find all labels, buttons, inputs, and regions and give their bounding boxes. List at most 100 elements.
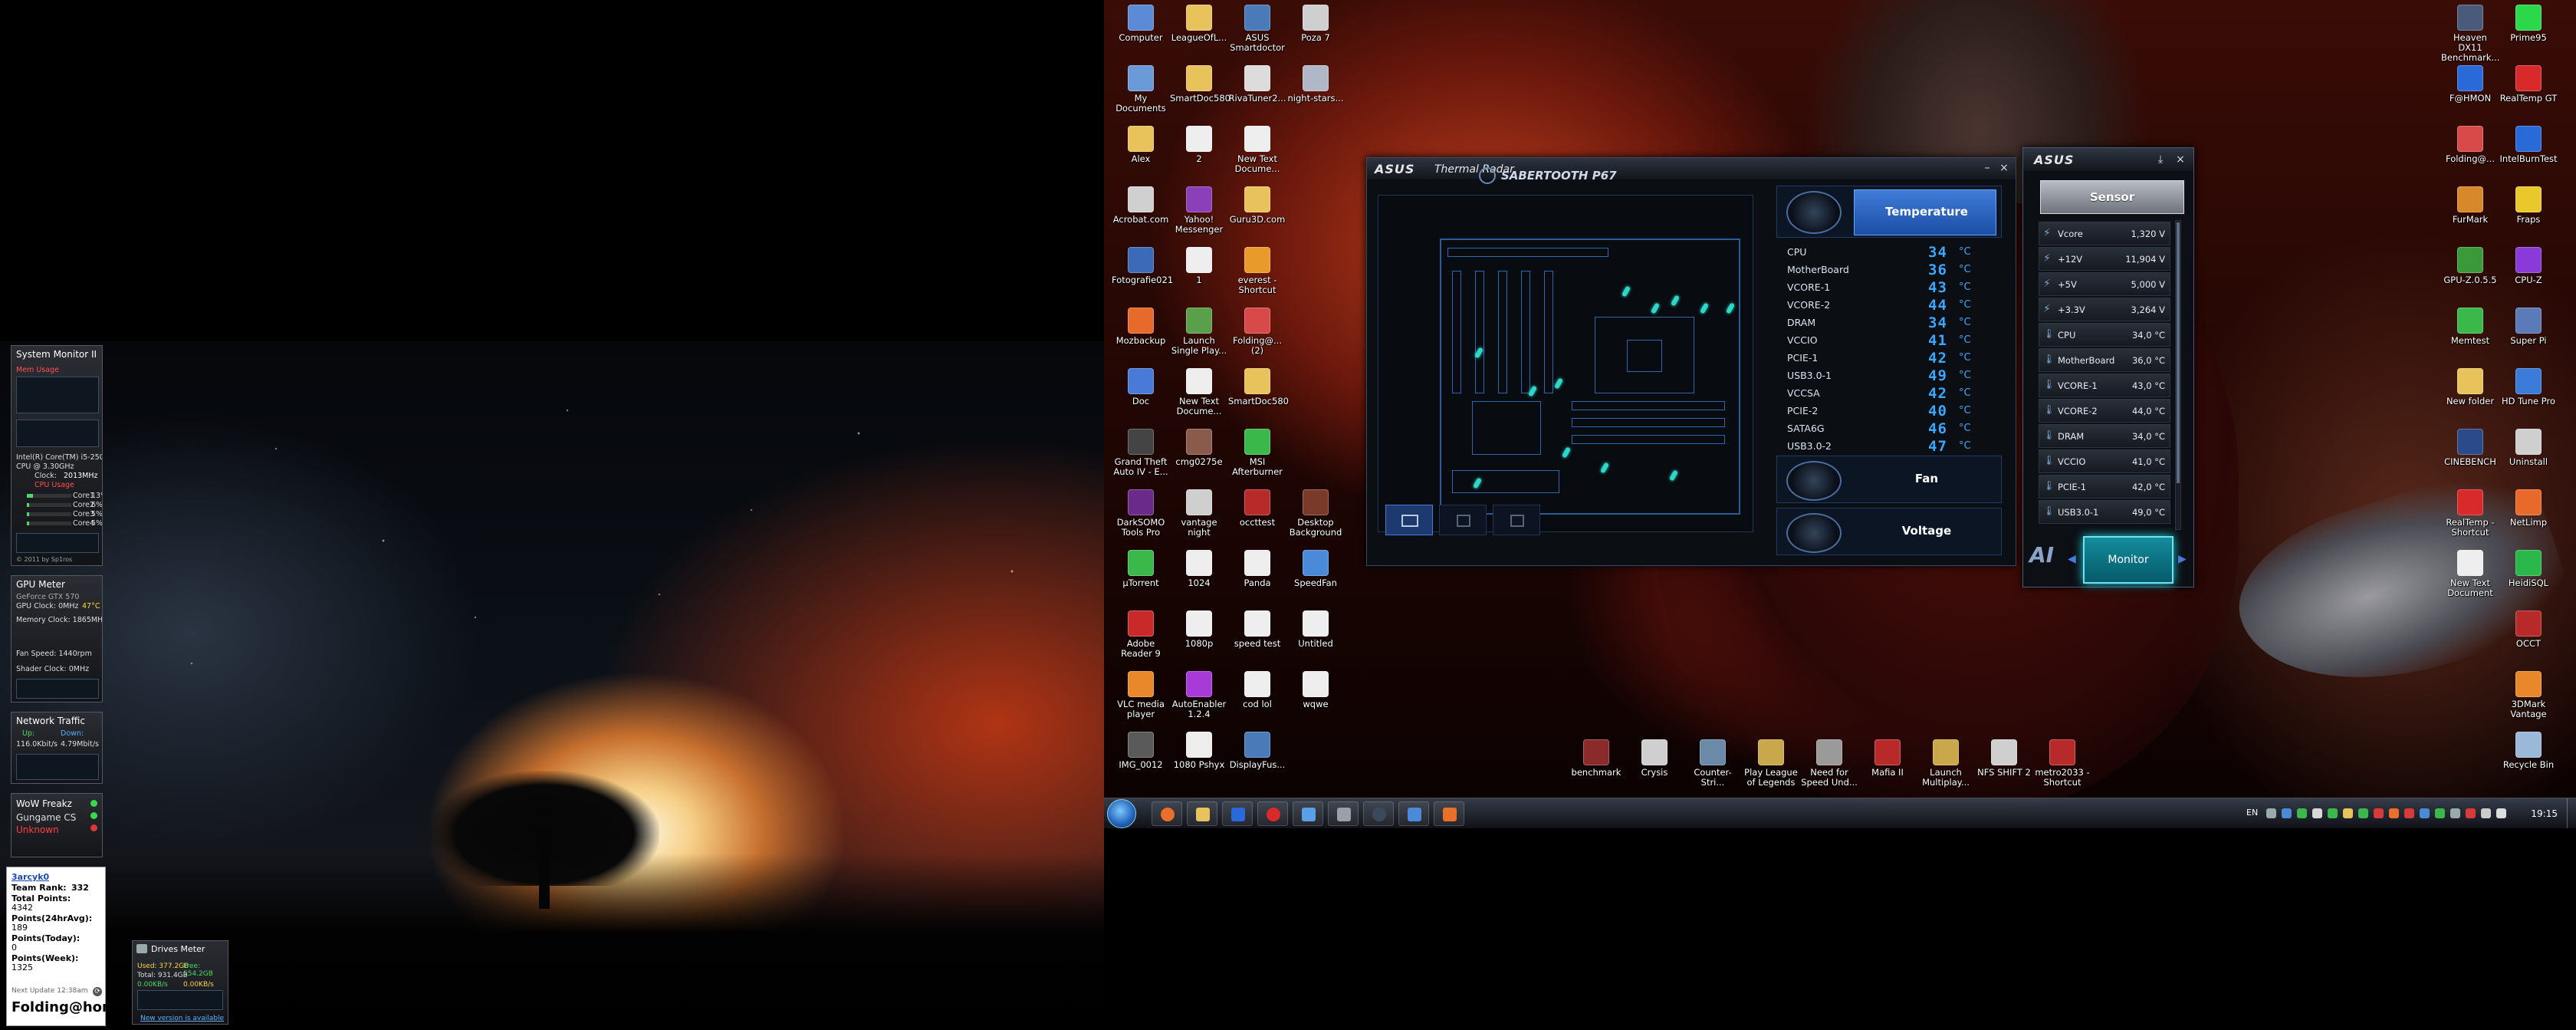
monitor-button[interactable]: Monitor: [2083, 536, 2174, 584]
desktop-icon[interactable]: Prime95: [2499, 5, 2558, 43]
sensor-marker-icon[interactable]: [1668, 469, 1679, 482]
desktop-icon[interactable]: µTorrent: [1112, 550, 1170, 588]
system-monitor-gadget[interactable]: System Monitor II Mem Usage Intel(R) Cor…: [11, 345, 103, 566]
taskbar-outlook-button[interactable]: [1222, 801, 1253, 826]
gpu-meter-gadget[interactable]: GPU Meter GeForce GTX 570 47°C GPU Clock…: [11, 575, 103, 703]
close-button[interactable]: ×: [1997, 161, 2011, 175]
new-version-link[interactable]: New version is available: [140, 1015, 224, 1022]
desktop-shortcut[interactable]: benchmark: [1567, 739, 1625, 778]
fan-category[interactable]: Fan: [1776, 456, 2002, 503]
temperature-row[interactable]: SATA6G 46 °C: [1786, 420, 1993, 438]
desktop-icon[interactable]: DisplayFus...: [1228, 732, 1286, 770]
language-indicator[interactable]: EN: [2246, 808, 2258, 818]
refresh-icon[interactable]: ⟳: [93, 987, 102, 996]
desktop-icon[interactable]: Alex: [1112, 126, 1170, 164]
desktop-icon[interactable]: OCCT: [2499, 610, 2558, 649]
desktop-icon[interactable]: Grand Theft Auto IV - E...: [1112, 429, 1170, 477]
sensor-marker-icon[interactable]: [1670, 295, 1681, 307]
tray-icon[interactable]: [2282, 808, 2292, 818]
close-button[interactable]: ×: [2174, 153, 2187, 166]
desktop-icon[interactable]: Fotografie021: [1112, 247, 1173, 285]
taskbar-app-button[interactable]: [1434, 801, 1464, 826]
desktop-icon[interactable]: VLC media player: [1112, 671, 1170, 719]
tray-icon[interactable]: [2328, 808, 2338, 818]
desktop-icon[interactable]: Launch Single Play...: [1170, 308, 1228, 356]
desktop-icon[interactable]: Computer: [1112, 5, 1170, 43]
temperature-row[interactable]: PCIE-1 42 °C: [1786, 350, 1993, 367]
desktop-icon[interactable]: Desktop Background: [1286, 489, 1345, 538]
desktop-shortcut[interactable]: Need for Speed Und...: [1800, 739, 1858, 788]
desktop-icon[interactable]: RivaTuner2...: [1228, 65, 1286, 104]
sensor-tab[interactable]: Sensor: [2040, 180, 2184, 214]
desktop-icon[interactable]: vantage night: [1170, 489, 1228, 538]
network-icon[interactable]: [2481, 808, 2491, 818]
desktop-icon[interactable]: 3DMark Vantage: [2499, 671, 2558, 719]
sensor-marker-icon[interactable]: [1725, 302, 1736, 314]
desktop-icon[interactable]: Uninstall: [2499, 429, 2558, 467]
desktop-icon[interactable]: New Text Document: [2441, 550, 2499, 598]
desktop-icon[interactable]: Folding@...: [2441, 126, 2499, 164]
desktop-icon[interactable]: Recycle Bin: [2499, 732, 2558, 770]
tray-icon[interactable]: [2435, 808, 2445, 818]
temperature-row[interactable]: VCCIO 41 °C: [1786, 332, 1993, 350]
sensor-row[interactable]: 🌡 MotherBoard 36,0 °C: [2039, 348, 2170, 372]
desktop-icon[interactable]: Doc: [1112, 368, 1170, 406]
desktop-icon[interactable]: DarkSOMO Tools Pro: [1112, 489, 1170, 538]
desktop-icon[interactable]: AutoEnabler 1.2.4: [1170, 671, 1228, 719]
sensor-row[interactable]: 🌡 VCORE-1 43,0 °C: [2039, 373, 2170, 397]
thermal-radar-titlebar[interactable]: ASUS Thermal Radar – ×: [1367, 158, 2016, 179]
temperature-row[interactable]: VCCSA 42 °C: [1786, 385, 1993, 403]
sensor-marker-icon[interactable]: [1699, 302, 1710, 314]
sensor-row[interactable]: ⚡ +12V 11,904 V: [2039, 247, 2170, 271]
desktop-icon[interactable]: speed test: [1228, 610, 1286, 649]
desktop-icon[interactable]: My Documents: [1112, 65, 1170, 114]
desktop-icon[interactable]: wqwe: [1286, 671, 1345, 709]
desktop-shortcut[interactable]: Launch Multiplay...: [1917, 739, 1975, 788]
desktop-icon[interactable]: Mozbackup: [1112, 308, 1170, 346]
sensor-row[interactable]: 🌡 PCIE-1 42,0 °C: [2039, 475, 2170, 499]
desktop-icon[interactable]: RealTemp - Shortcut: [2441, 489, 2499, 538]
desktop-icon[interactable]: MSI Afterburner: [1228, 429, 1286, 477]
desktop-icon[interactable]: night-stars...: [1286, 65, 1345, 104]
tray-icon[interactable]: [2343, 808, 2353, 818]
desktop-icon[interactable]: Heaven DX11 Benchmark...: [2441, 5, 2499, 63]
temperature-row[interactable]: PCIE-2 40 °C: [1786, 403, 1993, 420]
taskbar-explorer-button[interactable]: [1187, 801, 1217, 826]
desktop-icon[interactable]: 1: [1170, 247, 1228, 285]
temperature-row[interactable]: DRAM 34 °C: [1786, 314, 1993, 332]
voltage-category[interactable]: Voltage: [1776, 508, 2002, 555]
network-traffic-gadget[interactable]: Network Traffic Up: Down: 116.0Kbit/s 4.…: [11, 712, 103, 784]
minimize-button[interactable]: –: [1980, 161, 1994, 175]
tray-icon[interactable]: [2312, 808, 2322, 818]
desktop-icon[interactable]: New folder: [2441, 368, 2499, 406]
sensor-row[interactable]: ⚡ Vcore 1,320 V: [2039, 222, 2170, 245]
desktop-icon[interactable]: New Text Docume...: [1170, 368, 1228, 416]
arrow-right-icon[interactable]: ▶: [2178, 553, 2187, 565]
arrow-left-icon[interactable]: ◀: [2068, 553, 2076, 565]
taskbar-firefox-button[interactable]: [1152, 801, 1182, 826]
desktop-icon[interactable]: HeidiSQL: [2499, 550, 2558, 588]
desktop-icon[interactable]: occttest: [1228, 489, 1286, 528]
desktop-icon[interactable]: Panda: [1228, 550, 1286, 588]
desktop-icon[interactable]: Guru3D.com: [1228, 186, 1286, 225]
sensor-marker-icon[interactable]: [1561, 446, 1572, 459]
temperature-row[interactable]: USB3.0-1 49 °C: [1786, 367, 1993, 385]
taskbar-clock[interactable]: 19:15: [2531, 808, 2558, 819]
desktop-icon[interactable]: RealTemp GT: [2499, 65, 2558, 104]
start-button[interactable]: [1107, 799, 1136, 828]
tray-icon[interactable]: [2404, 808, 2414, 818]
taskbar-app-button[interactable]: [1363, 801, 1394, 826]
desktop-icon[interactable]: 1080p: [1170, 610, 1228, 649]
desktop-shortcut[interactable]: Play League of Legends: [1742, 739, 1800, 788]
desktop-icon[interactable]: CINEBENCH: [2441, 429, 2499, 467]
desktop-icon[interactable]: Acrobat.com: [1112, 186, 1170, 225]
tray-icon[interactable]: [2374, 808, 2384, 818]
desktop-icon[interactable]: 1024: [1170, 550, 1228, 588]
temperature-row[interactable]: MotherBoard 36 °C: [1786, 262, 1993, 279]
sensor-row[interactable]: 🌡 VCORE-2 44,0 °C: [2039, 399, 2170, 423]
sensor-marker-icon[interactable]: [1650, 302, 1661, 314]
tray-icon[interactable]: [2450, 808, 2460, 818]
desktop-icon[interactable]: Super Pi: [2499, 308, 2558, 346]
tray-icon[interactable]: [2358, 808, 2368, 818]
desktop-icon[interactable]: SmartDoc580: [1228, 368, 1289, 406]
